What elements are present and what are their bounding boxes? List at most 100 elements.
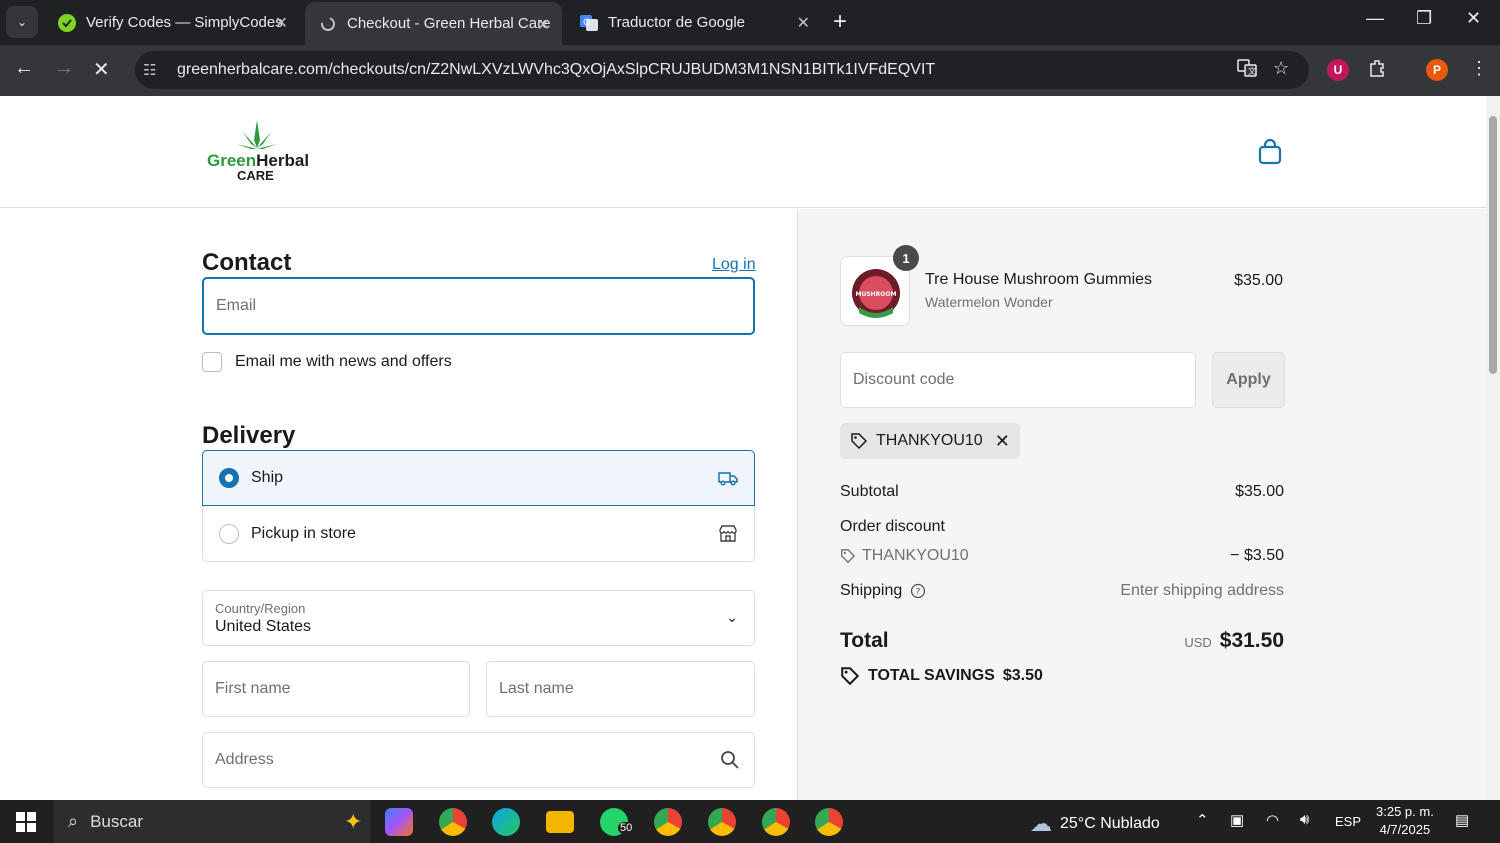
subtotal-value: $35.00 (1235, 483, 1284, 500)
savings-value: $3.50 (1002, 667, 1043, 684)
weather-widget[interactable]: ☁ 25°C Nublado (1030, 811, 1160, 837)
chevron-down-icon: ⌄ (726, 609, 738, 625)
profile-avatar[interactable]: P (1426, 59, 1448, 81)
windows-start-icon[interactable] (16, 812, 36, 832)
svg-text:?: ? (916, 588, 921, 598)
clock[interactable]: 3:25 p. m. 4/7/2025 (1376, 803, 1434, 839)
wifi-icon[interactable]: ◠ (1266, 811, 1279, 829)
bookmark-star-icon[interactable]: ☆ (1273, 58, 1289, 79)
volume-icon[interactable]: 🔊︎ (1300, 811, 1309, 828)
page-scrollbar[interactable] (1486, 96, 1500, 800)
shipping-value: Enter shipping address (1120, 582, 1284, 599)
apply-discount-button[interactable]: Apply (1212, 352, 1285, 408)
tab-translate[interactable]: G Traductor de Google ✕ (566, 0, 822, 45)
thumbnail-label: MUSHROOM (856, 291, 897, 298)
search-icon: ⌕ (68, 811, 79, 831)
notifications-icon[interactable]: ▤ (1455, 811, 1469, 829)
chrome-profile-g-icon[interactable] (815, 808, 843, 836)
total-label: Total (840, 629, 889, 652)
product-variant: Watermelon Wonder (925, 294, 1053, 310)
delivery-heading: Delivery (202, 422, 296, 449)
email-field[interactable]: Email (202, 277, 755, 335)
pickup-radio[interactable] (219, 523, 239, 544)
chrome-menu-icon[interactable]: ⋮ (1470, 58, 1488, 79)
delivery-option-ship[interactable]: Ship (202, 450, 755, 506)
chrome-profile-c-icon[interactable] (654, 808, 682, 836)
last-name-field[interactable]: Last name (486, 661, 755, 717)
product-name: Tre House Mushroom Gummies (925, 271, 1153, 288)
extension-u-icon[interactable]: U (1327, 59, 1349, 81)
ship-radio[interactable] (219, 468, 239, 488)
currency-code: USD (1184, 635, 1212, 650)
show-hidden-icons-chevron[interactable]: ⌃ (1196, 811, 1209, 829)
extensions-puzzle-icon[interactable] (1368, 58, 1388, 83)
remove-discount-icon[interactable]: ✕ (995, 431, 1010, 452)
discount-code-field[interactable]: Discount code (840, 352, 1196, 408)
copilot-sparkle-icon: ✦ (344, 808, 363, 834)
cloud-icon: ☁ (1030, 811, 1052, 836)
shipping-row: Shipping ? Enter shipping address (840, 582, 1284, 600)
order-discount-row: Order discount (840, 518, 1284, 536)
close-tab-icon[interactable]: ✕ (797, 13, 810, 33)
store-icon (719, 525, 737, 542)
shopping-bag-icon[interactable] (1256, 138, 1284, 166)
chrome-profile-s-icon[interactable] (708, 808, 736, 836)
stop-loading-button[interactable]: ✕ (93, 57, 110, 82)
country-value: United States (215, 618, 312, 635)
total-amount: USD $31.50 (1184, 629, 1284, 653)
tab-search-button[interactable]: ⌄ (6, 6, 38, 38)
country-select[interactable]: Country/Region United States ⌄ (202, 590, 755, 646)
simplycodes-icon (58, 13, 76, 32)
language-indicator[interactable]: ESP (1335, 814, 1361, 829)
newsletter-option[interactable]: Email me with news and offers (202, 352, 452, 372)
tab-simplycodes[interactable]: Verify Codes — SimplyCodes ✕ (44, 0, 300, 45)
taskbar-search[interactable]: ⌕ Buscar ✦ (54, 800, 370, 843)
weather-text: 25°C Nublado (1060, 815, 1160, 832)
file-explorer-icon[interactable] (546, 811, 574, 833)
tab-checkout[interactable]: Checkout - Green Herbal Care ✕ (305, 2, 562, 45)
close-tab-icon[interactable]: ✕ (537, 15, 550, 35)
login-link[interactable]: Log in (712, 256, 756, 274)
first-name-placeholder: First name (215, 680, 291, 697)
back-button[interactable]: ← (14, 57, 34, 80)
chrome-app-icon[interactable] (439, 808, 467, 836)
browser-tab-strip: ⌄ Verify Codes — SimplyCodes ✕ Checkout … (0, 0, 1500, 45)
shipping-label-wrap: Shipping ? (840, 582, 926, 600)
contact-heading: Contact (202, 249, 292, 276)
order-discount-value: − $3.50 (1230, 547, 1284, 564)
total-savings: TOTAL SAVINGS $3.50 (840, 666, 1043, 686)
newsletter-checkbox[interactable] (202, 352, 222, 372)
address-bar[interactable]: ☷ greenherbalcare.com/checkouts/cn/Z2NwL… (135, 51, 1309, 89)
quantity-badge: 1 (893, 245, 919, 271)
delivery-option-pickup[interactable]: Pickup in store (202, 506, 755, 562)
applied-discount-code: THANKYOU10 (876, 432, 983, 449)
minimize-button[interactable]: — (1366, 8, 1384, 29)
google-translate-icon: G (580, 14, 598, 31)
checkout-page: GreenHerbal CARE Contact Log in Email Em… (0, 96, 1486, 800)
chrome-profile-p-icon[interactable] (762, 808, 790, 836)
discount-placeholder: Discount code (853, 371, 955, 388)
edge-app-icon[interactable] (492, 808, 520, 836)
tab-title: Verify Codes — SimplyCodes (86, 14, 283, 31)
copilot-app-icon[interactable] (385, 808, 413, 836)
new-tab-button[interactable]: + (833, 8, 847, 36)
restore-button[interactable]: ❐ (1416, 8, 1432, 29)
meet-now-icon[interactable]: ▣ (1230, 811, 1244, 829)
newsletter-label: Email me with news and offers (235, 353, 452, 370)
forward-button[interactable]: → (54, 57, 74, 80)
site-info-icon[interactable]: ☷ (143, 61, 163, 79)
tab-title: Traductor de Google (608, 14, 746, 31)
scrollbar-thumb[interactable] (1489, 116, 1497, 374)
browser-toolbar: ← → ✕ ☷ greenherbalcare.com/checkouts/cn… (0, 45, 1500, 96)
first-name-field[interactable]: First name (202, 661, 470, 717)
ship-label: Ship (251, 469, 284, 486)
savings-label: TOTAL SAVINGS (868, 667, 995, 684)
translate-page-icon[interactable]: 文 (1237, 58, 1257, 83)
applied-discount-chip: THANKYOU10 ✕ (840, 423, 1020, 459)
address-field[interactable]: Address (202, 732, 755, 788)
close-tab-icon[interactable]: ✕ (275, 13, 288, 33)
greenherbal-logo[interactable]: GreenHerbal CARE (205, 118, 309, 184)
help-icon[interactable]: ? (910, 583, 926, 599)
country-label: Country/Region (215, 601, 306, 616)
close-window-button[interactable]: ✕ (1466, 8, 1481, 29)
